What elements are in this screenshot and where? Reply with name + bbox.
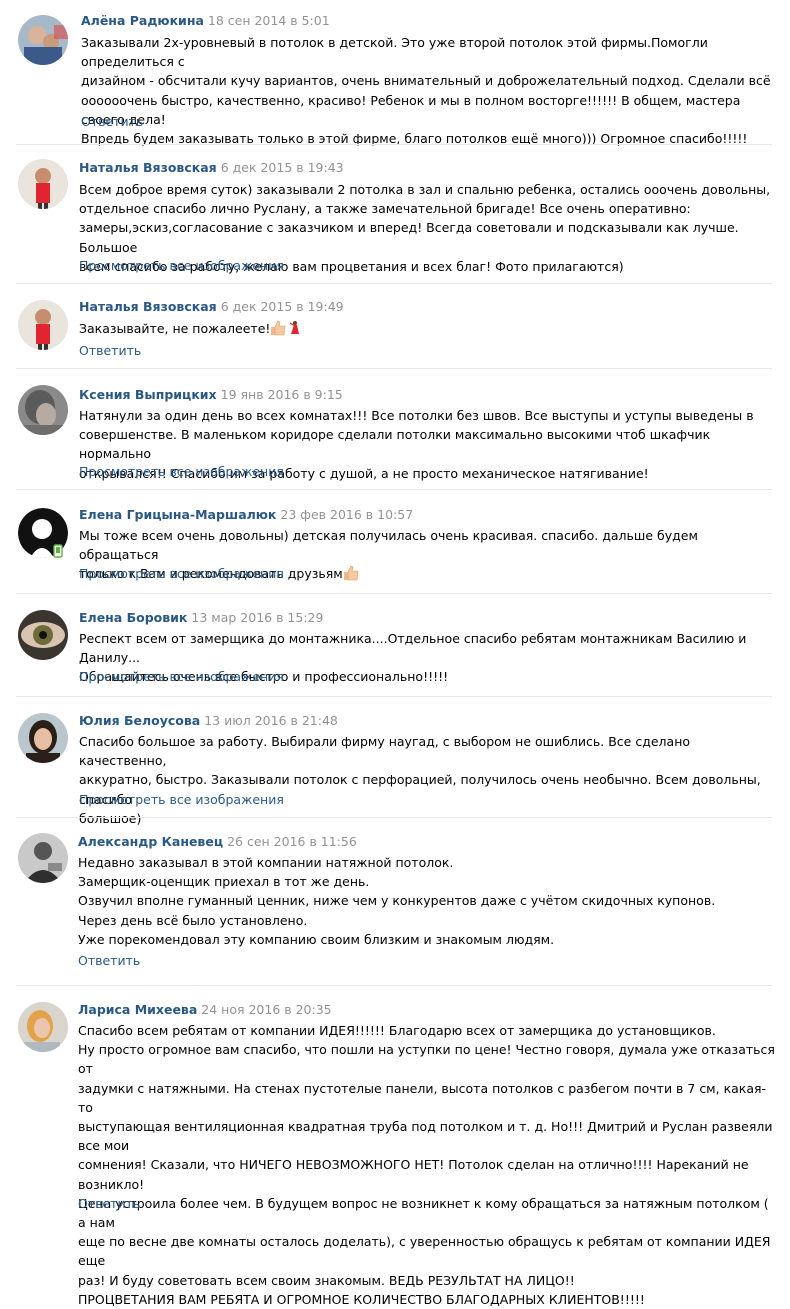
- review-text: Заказывайте, не пожалеете!: [79, 319, 779, 341]
- post-date[interactable]: 19 янв 2016 в 9:15: [221, 387, 343, 402]
- review-line: ПРОЦВЕТАНИЯ ВАМ РЕБЯТА И ОГРОМНОЕ КОЛИЧЕ…: [78, 1291, 645, 1307]
- review-line: Мы тоже всем очень довольны) детская пол…: [79, 528, 698, 563]
- review-item: Александр Каневец 26 сен 2016 в 11:56 Нед…: [0, 818, 790, 986]
- review-line: Уже порекомендовал эту компанию своим бл…: [78, 931, 555, 947]
- review-line: Через день всё было установлено.: [78, 912, 308, 928]
- review-text: Спасибо большое за работу. Выбирали фирм…: [79, 732, 779, 828]
- review-line: Недавно заказывал в этой компании натяжн…: [78, 855, 454, 870]
- post-date[interactable]: 18 сен 2014 в 5:01: [208, 13, 330, 28]
- review-item: Наталья Вязовская 6 дек 2015 в 19:49 Зака…: [0, 284, 790, 369]
- thumbs-up-emoji: [343, 565, 359, 586]
- review-item: Елена Грицына-Маршалюк 23 фев 2016 в 10:5…: [0, 490, 790, 594]
- review-line: выступающая вентиляционная квадратная тр…: [78, 1119, 773, 1154]
- review-line: Заказывайте, не пожалеете!: [79, 321, 271, 336]
- mobile-icon: [53, 543, 63, 562]
- avatar[interactable]: [18, 159, 68, 209]
- avatar[interactable]: [18, 1002, 68, 1052]
- author-name[interactable]: Ксения Выприцких: [79, 387, 217, 402]
- review-text: Заказывали 2х-уровневый в потолок в детс…: [81, 33, 781, 148]
- review-line: Озвучил вполне гуманный ценник, ниже чем…: [78, 893, 716, 909]
- review-line: Респект всем от замерщика до монтажника.…: [79, 631, 747, 666]
- post-date[interactable]: 6 дек 2015 в 19:43: [221, 160, 344, 175]
- thumbs-up-emoji: [270, 320, 286, 341]
- review-line: отдельное спасибо лично Руслану, а также…: [79, 201, 691, 217]
- reply-link[interactable]: Ответить: [79, 343, 141, 358]
- author-name[interactable]: Елена Боровик: [79, 610, 187, 625]
- post-date[interactable]: 24 ноя 2016 в 20:35: [201, 1002, 331, 1017]
- review-item: Алёна Радюкина 18 сен 2014 в 5:01 Заказыв…: [0, 0, 790, 148]
- review-line: замеры,эскиз,согласование с заказчиком и…: [79, 220, 739, 255]
- review-line: сомнения! Сказали, что НИЧЕГО НЕВОЗМОЖНО…: [78, 1157, 749, 1192]
- dancer-emoji: [286, 320, 302, 341]
- review-line: еще по весне две комнаты осталось додела…: [78, 1234, 771, 1269]
- author-name[interactable]: Юлия Белоусова: [79, 713, 200, 728]
- review-line: Натянули за один день во всех комнатах!!…: [79, 408, 754, 423]
- post-date[interactable]: 13 мар 2016 в 15:29: [191, 610, 323, 625]
- review-line: Ну просто огромное вам спасибо, что пошл…: [78, 1042, 775, 1077]
- avatar[interactable]: [18, 385, 68, 435]
- avatar[interactable]: [18, 713, 68, 763]
- review-line: дизайном - обсчитали кучу вариантов, оче…: [81, 73, 771, 89]
- review-line: Спасибо всем ребятам от компании ИДЕЯ!!!…: [78, 1023, 716, 1038]
- post-date[interactable]: 26 сен 2016 в 11:56: [227, 834, 357, 849]
- review-line: Всем доброе время суток) заказывали 2 по…: [79, 182, 771, 197]
- review-line: задумки с натяжными. На стенах пустотелы…: [78, 1080, 767, 1115]
- review-item: Наталья Вязовская 6 дек 2015 в 19:43 Всем…: [0, 145, 790, 284]
- post-date[interactable]: 6 дек 2015 в 19:49: [221, 299, 344, 314]
- author-name[interactable]: Алёна Радюкина: [81, 13, 204, 28]
- reply-link[interactable]: Ответить: [81, 114, 143, 129]
- view-all-images-link[interactable]: Просмотреть все изображения: [79, 669, 284, 684]
- review-item: Елена Боровик 13 мар 2016 в 15:29 Респект…: [0, 594, 790, 697]
- view-all-images-link[interactable]: Просмотреть все изображения: [79, 566, 284, 581]
- author-name[interactable]: Лариса Михеева: [78, 1002, 197, 1017]
- view-all-images-link[interactable]: Просмотреть все изображения: [79, 258, 284, 273]
- reply-link[interactable]: Ответить: [78, 1196, 140, 1211]
- review-item: Ксения Выприцких 19 янв 2016 в 9:15 Натян…: [0, 369, 790, 490]
- author-name[interactable]: Елена Грицына-Маршалюк: [79, 507, 276, 522]
- review-line: совершенстве. В маленьком коридоре сдела…: [79, 427, 711, 462]
- review-line: Цена устроила более чем. В будущем вопро…: [78, 1195, 769, 1231]
- review-line: оооооочень быстро, качественно, красиво!…: [81, 92, 741, 127]
- view-all-images-link[interactable]: Просмотреть все изображения: [79, 792, 284, 807]
- review-text: Недавно заказывал в этой компании натяжн…: [78, 853, 778, 949]
- review-item: Юлия Белоусова 13 июл 2016 в 21:48 Спасиб…: [0, 697, 790, 826]
- view-all-images-link[interactable]: Просмотреть все изображения: [79, 464, 284, 479]
- review-line: Спасибо большое за работу. Выбирали фирм…: [79, 734, 691, 769]
- reply-link[interactable]: Ответить: [78, 953, 140, 968]
- avatar[interactable]: [18, 833, 68, 883]
- author-name[interactable]: Наталья Вязовская: [79, 160, 217, 175]
- post-date[interactable]: 13 июл 2016 в 21:48: [204, 713, 338, 728]
- review-line: Заказывали 2х-уровневый в потолок в детс…: [81, 35, 708, 70]
- review-line: раз! И буду советовать всем своим знаком…: [78, 1272, 575, 1288]
- review-item: Лариса Михеева 24 ноя 2016 в 20:35 Спасиб…: [0, 986, 790, 1307]
- author-name[interactable]: Александр Каневец: [78, 834, 223, 849]
- review-line: Замерщик-оценщик приехал в тот же день.: [78, 874, 370, 890]
- review-text: Спасибо всем ребятам от компании ИДЕЯ!!!…: [78, 1021, 778, 1309]
- avatar[interactable]: [18, 15, 68, 65]
- author-name[interactable]: Наталья Вязовская: [79, 299, 217, 314]
- avatar[interactable]: [18, 610, 68, 660]
- avatar[interactable]: [18, 300, 68, 350]
- post-date[interactable]: 23 фев 2016 в 10:57: [280, 507, 413, 522]
